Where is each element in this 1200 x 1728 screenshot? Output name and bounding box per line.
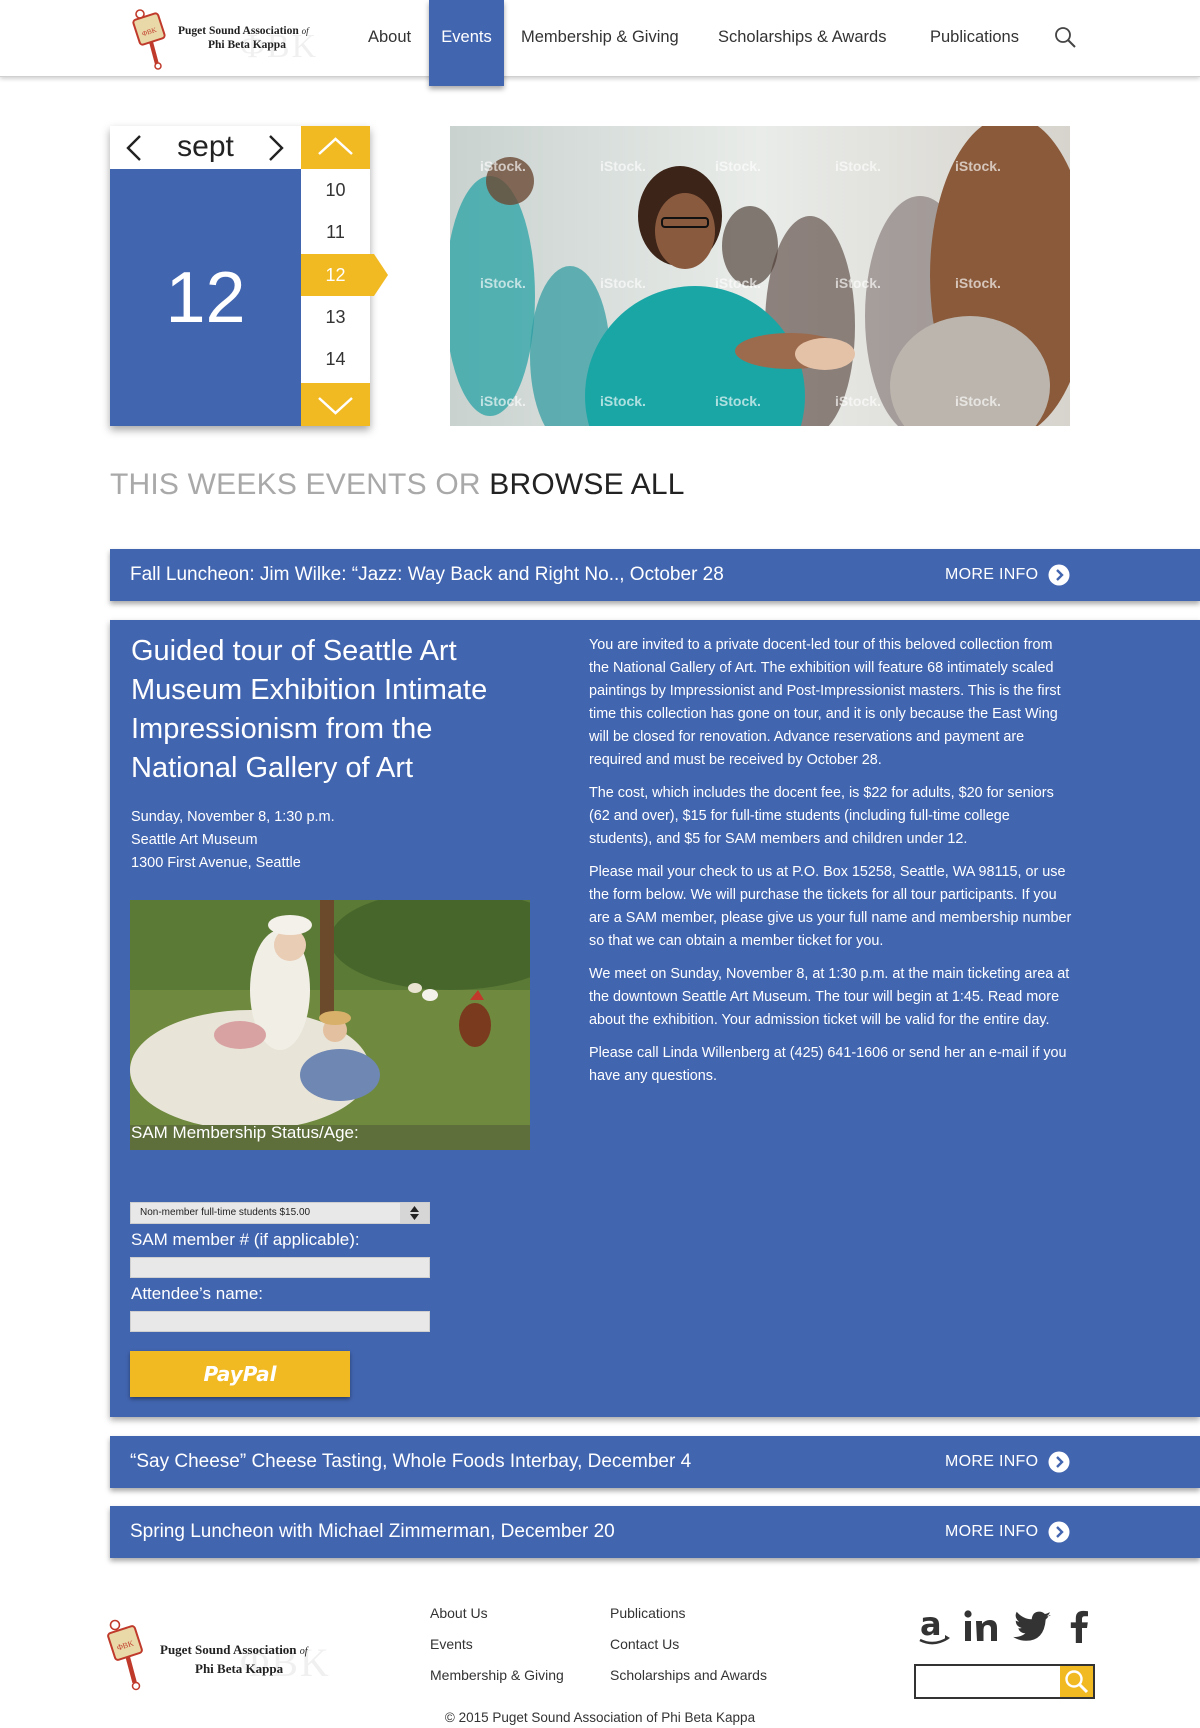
watermark-text: iStock. (480, 275, 526, 291)
day-item[interactable]: 13 (301, 296, 370, 338)
membership-status-label: SAM Membership Status/Age: (131, 1123, 359, 1142)
member-number-label: SAM member # (if applicable): (131, 1230, 360, 1249)
expanded-event-panel: Guided tour of Seattle Art Museum Exhibi… (110, 620, 1200, 1417)
scroll-up-button[interactable] (301, 126, 370, 169)
svg-text:a: a (920, 1607, 942, 1643)
facebook-icon[interactable] (1067, 1607, 1091, 1647)
footer-link-contact-us[interactable]: Contact Us (610, 1636, 679, 1652)
chevron-right-circle-icon[interactable] (1048, 1521, 1070, 1543)
day-item[interactable]: 10 (301, 169, 370, 211)
event-title: “Say Cheese” Cheese Tasting, Whole Foods… (130, 1451, 692, 1472)
day-list: 10 11 12 13 14 (301, 126, 370, 426)
watermark-text: iStock. (835, 158, 881, 174)
membership-status-value: Non-member full-time students $15.00 (140, 1207, 311, 1218)
nav-publications[interactable]: Publications (930, 0, 1019, 77)
selected-day-number: 12 (165, 258, 246, 338)
description-paragraph: Please mail your check to us at P.O. Box… (589, 864, 1072, 949)
event-date: Sunday, November 8, 1:30 p.m. (131, 809, 335, 825)
event-venue: Seattle Art Museum (131, 832, 258, 848)
event-address: 1300 First Avenue, Seattle (131, 855, 301, 871)
nav-events[interactable]: Events (429, 0, 504, 86)
event-bar[interactable]: “Say Cheese” Cheese Tasting, Whole Foods… (110, 1436, 1200, 1488)
watermark-text: iStock. (955, 393, 1001, 409)
footer-logo[interactable]: ΦBK Puget Sound Association of Phi Beta … (105, 1619, 345, 1693)
watermark-text: iStock. (715, 158, 761, 174)
chevron-up-icon (318, 137, 353, 155)
site-logo[interactable]: ΦBK Puget Sound Association of Phi Beta … (130, 6, 330, 70)
description-paragraph: We meet on Sunday, November 8, at 1:30 p… (589, 966, 1070, 1028)
amazon-icon[interactable]: a (918, 1607, 950, 1647)
event-painting-image (130, 900, 530, 1150)
nav-about[interactable]: About (368, 0, 411, 77)
hero-image: iStock. iStock. iStock. iStock. iStock. … (450, 126, 1070, 426)
more-info-link[interactable]: MORE INFO (945, 1436, 1038, 1488)
copyright-text: © 2015 Puget Sound Association of Phi Be… (444, 1710, 756, 1725)
footer-search-input[interactable] (914, 1664, 1095, 1699)
more-info-link[interactable]: MORE INFO (945, 549, 1038, 601)
pbk-key-logo-icon: ΦBK (132, 9, 166, 70)
hero-photo: iStock. iStock. iStock. iStock. iStock. … (450, 126, 1070, 426)
chevron-down-icon (318, 397, 353, 415)
browse-all-link[interactable]: BROWSE ALL (489, 468, 684, 501)
more-info-link[interactable]: MORE INFO (945, 1506, 1038, 1558)
day-item[interactable]: 14 (301, 338, 370, 380)
nav-membership-giving[interactable]: Membership & Giving (521, 0, 679, 77)
paypal-button[interactable]: PayPal (130, 1351, 350, 1397)
description-paragraph: The cost, which includes the docent fee,… (589, 785, 1054, 847)
attendee-name-label: Attendee’s name: (131, 1284, 263, 1303)
select-arrows-icon (400, 1203, 429, 1223)
footer-link-scholarships-awards[interactable]: Scholarships and Awards (610, 1667, 767, 1683)
watermark-text: iStock. (715, 275, 761, 291)
chevron-right-circle-icon[interactable] (1048, 564, 1070, 586)
event-title: Spring Luncheon with Michael Zimmerman, … (130, 1521, 615, 1542)
watermark-text: iStock. (480, 158, 526, 174)
member-number-input[interactable] (130, 1257, 430, 1278)
description-paragraph: You are invited to a private docent-led … (589, 637, 1061, 768)
date-picker: sept 12 10 11 12 13 14 (110, 126, 388, 426)
scroll-down-button[interactable] (301, 383, 370, 426)
footer-link-membership-giving[interactable]: Membership & Giving (430, 1667, 564, 1683)
watermark-text: iStock. (835, 393, 881, 409)
event-meta: Sunday, November 8, 1:30 p.m. Seattle Ar… (131, 806, 335, 875)
watermark-text: iStock. (600, 393, 646, 409)
nav-scholarships-awards[interactable]: Scholarships & Awards (718, 0, 886, 77)
watermark-text: iStock. (600, 158, 646, 174)
site-header: ΦBK Puget Sound Association of Phi Beta … (0, 0, 1200, 86)
event-bar[interactable]: Fall Luncheon: Jim Wilke: “Jazz: Way Bac… (110, 549, 1200, 601)
watermark-text: iStock. (955, 158, 1001, 174)
linkedin-icon[interactable] (963, 1607, 999, 1647)
watermark-text: iStock. (600, 275, 646, 291)
search-icon (1065, 1670, 1089, 1694)
pbk-key-logo-icon: ΦBK (107, 1619, 143, 1691)
day-item[interactable]: 11 (301, 211, 370, 253)
footer-search-button[interactable] (1060, 1666, 1093, 1697)
watermark-text: iStock. (715, 393, 761, 409)
this-weeks-events-link[interactable]: THIS WEEKS EVENTS OR (110, 468, 489, 501)
event-detail-title: Guided tour of Seattle Art Museum Exhibi… (131, 635, 488, 784)
footer-link-publications[interactable]: Publications (610, 1605, 686, 1621)
search-icon[interactable] (1054, 26, 1076, 48)
attendee-name-input[interactable] (130, 1311, 430, 1332)
chevron-right-circle-icon[interactable] (1048, 1451, 1070, 1473)
event-bar[interactable]: Spring Luncheon with Michael Zimmerman, … (110, 1506, 1200, 1558)
footer-link-events[interactable]: Events (430, 1636, 473, 1652)
selected-day-panel: 12 (110, 169, 301, 426)
day-item-selected[interactable]: 12 (301, 254, 370, 296)
events-section-heading: THIS WEEKS EVENTS OR BROWSE ALL (110, 468, 685, 502)
watermark-text: iStock. (955, 275, 1001, 291)
watermark-text: iStock. (835, 275, 881, 291)
description-paragraph: Please call Linda Willenberg at (425) 64… (589, 1045, 1067, 1084)
selected-day-pointer (370, 254, 388, 296)
logo-watermark: ΦBK (240, 1640, 331, 1685)
month-selector: sept (110, 126, 301, 169)
event-title: Fall Luncheon: Jim Wilke: “Jazz: Way Bac… (130, 564, 724, 585)
membership-status-select[interactable]: Non-member full-time students $15.00 (130, 1202, 430, 1224)
twitter-icon[interactable] (1013, 1607, 1053, 1647)
footer-link-about-us[interactable]: About Us (430, 1605, 488, 1621)
logo-watermark: ΦBK (240, 28, 319, 65)
event-description: You are invited to a private docent-led … (589, 634, 1074, 1098)
chevron-right-icon[interactable] (262, 134, 288, 162)
watermark-text: iStock. (480, 393, 526, 409)
